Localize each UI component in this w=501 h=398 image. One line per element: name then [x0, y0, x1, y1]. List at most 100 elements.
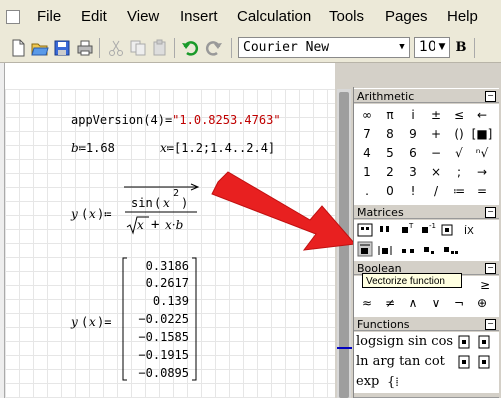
- menu-calculation[interactable]: Calculation: [237, 8, 311, 25]
- palette-cell[interactable]: −: [425, 144, 447, 162]
- palette-cell[interactable]: 9: [402, 125, 424, 143]
- arithmetic-palette: ∞ π i ± ≤ ← 7 8 9 +() [■] 4 5 6− √ ⁿ√ 1 2 3 ×; →. 0! / ≔ =: [354, 104, 499, 204]
- palette-cell[interactable]: ≥: [474, 276, 496, 294]
- vector-value: −0.0895: [138, 366, 189, 380]
- palette-cell[interactable]: (): [448, 125, 470, 143]
- palette-cell[interactable]: 0: [379, 182, 401, 200]
- minimize-icon[interactable]: −: [485, 263, 496, 274]
- menu-help[interactable]: Help: [447, 8, 478, 25]
- tooltip: Vectorize function: [362, 273, 462, 288]
- palette-cell[interactable]: 2: [379, 163, 401, 181]
- vector-value: 0.139: [152, 294, 189, 308]
- norm-icon: [382, 248, 388, 254]
- palette-cell[interactable]: 6: [402, 144, 424, 162]
- palette-cell[interactable]: ∧: [402, 294, 424, 312]
- paste-icon[interactable]: [151, 39, 169, 57]
- functions-row[interactable]: logsign sin cos: [356, 334, 453, 349]
- app-icon: [6, 10, 20, 24]
- palette-cell[interactable]: ⊕: [471, 294, 493, 312]
- bold-button[interactable]: B: [452, 38, 470, 58]
- menu-insert[interactable]: Insert: [180, 8, 218, 25]
- transpose-icon: [402, 227, 408, 233]
- save-icon[interactable]: [53, 39, 71, 57]
- menu-file[interactable]: File: [37, 8, 61, 25]
- menu-pages[interactable]: Pages: [385, 8, 428, 25]
- palette-cell[interactable]: .: [356, 182, 378, 200]
- palette-cell[interactable]: ⁿ√: [471, 144, 493, 162]
- menu-bar: File Edit View Insert Calculation Tools …: [0, 0, 501, 35]
- functions-row[interactable]: ln arg tan cot: [356, 354, 445, 369]
- palette-cell[interactable]: 7: [356, 125, 378, 143]
- palette-cell[interactable]: ¬: [448, 294, 470, 312]
- palette-cell[interactable]: ∞: [356, 106, 378, 124]
- matrices-title: Matrices: [357, 206, 404, 219]
- palette-cell[interactable]: 5: [379, 144, 401, 162]
- menu-tools[interactable]: Tools: [329, 8, 364, 25]
- sqrt-arg-x: x: [137, 218, 144, 232]
- y-result[interactable]: y ( x )= 0.3186 0.2617 0.139 −0.0225 −0.…: [71, 255, 201, 385]
- vectorize-icon: [361, 248, 368, 254]
- page-break-marker: [337, 347, 352, 349]
- submatrix-icon: [424, 247, 429, 252]
- palette-cell[interactable]: +: [425, 125, 447, 143]
- palette-cell[interactable]: 3: [402, 163, 424, 181]
- undo-icon[interactable]: [181, 39, 199, 57]
- palette-cell[interactable]: i: [402, 106, 424, 124]
- param-x: x: [89, 207, 96, 221]
- palette-cell[interactable]: ←: [471, 106, 493, 124]
- copy-icon[interactable]: [129, 39, 147, 57]
- vector-value: 0.3186: [145, 259, 189, 273]
- worksheet-top: [5, 63, 335, 89]
- palette-cell[interactable]: ∨: [425, 294, 447, 312]
- b-definition[interactable]: b≔1.68: [71, 141, 115, 155]
- function-arg: 4: [150, 113, 158, 127]
- palette-cell[interactable]: ×: [425, 163, 447, 181]
- matrices-palette-header[interactable]: Matrices −: [354, 204, 499, 219]
- palette-cell[interactable]: [■]: [471, 125, 493, 143]
- app-version-expression[interactable]: appVersion(4)="1.0.8253.4763": [71, 113, 281, 127]
- inverse-icon: [422, 227, 428, 233]
- palette-cell[interactable]: /: [425, 182, 447, 200]
- print-icon[interactable]: [76, 39, 94, 57]
- minimize-icon[interactable]: −: [485, 91, 496, 102]
- new-document-icon[interactable]: [9, 39, 27, 57]
- menu-edit[interactable]: Edit: [81, 8, 107, 25]
- palette-cell[interactable]: ≤: [448, 106, 470, 124]
- x-times-b: x·b: [165, 218, 184, 232]
- cut-icon[interactable]: [107, 39, 125, 57]
- palette-cell[interactable]: →: [471, 163, 493, 181]
- open-folder-icon[interactable]: [31, 39, 49, 57]
- palette-cell[interactable]: ≠: [379, 294, 401, 312]
- palette-cell[interactable]: !: [402, 182, 424, 200]
- palette-cell[interactable]: 8: [379, 125, 401, 143]
- svg-text:-1: -1: [429, 222, 436, 230]
- x-definition[interactable]: x≔[1.2;1.4..2.4]: [160, 141, 275, 155]
- palette-cell[interactable]: ±: [425, 106, 447, 124]
- functions-palette-header[interactable]: Functions −: [354, 316, 499, 331]
- functions-row[interactable]: exp: [356, 374, 379, 389]
- palette-cell[interactable]: ≔: [448, 182, 470, 200]
- chevron-down-icon[interactable]: ▼: [395, 38, 409, 57]
- minimize-icon[interactable]: −: [485, 319, 496, 330]
- palette-cell[interactable]: 1: [356, 163, 378, 181]
- cross-product-icon: ÍX: [464, 224, 474, 237]
- brace-icon[interactable]: {⁞: [387, 374, 399, 390]
- font-size-select[interactable]: 10 ▼: [414, 37, 450, 58]
- next-palette-header[interactable]: [354, 392, 499, 398]
- palette-cell[interactable]: =: [471, 182, 493, 200]
- arithmetic-palette-header[interactable]: Arithmetic −: [354, 88, 499, 103]
- redo-icon[interactable]: [205, 39, 223, 57]
- font-family-select[interactable]: Courier New ▼: [238, 37, 410, 58]
- minimize-icon[interactable]: −: [485, 207, 496, 218]
- toolbar-separator: [474, 38, 475, 58]
- palette-cell[interactable]: ;: [448, 163, 470, 181]
- palette-cell[interactable]: π: [379, 106, 401, 124]
- function-y: y: [71, 207, 78, 221]
- palette-cell[interactable]: 4: [356, 144, 378, 162]
- y-definition[interactable]: y ( x )≔ sin ( x 2 ) x + x·b: [71, 183, 211, 239]
- palette-cell[interactable]: ≈: [356, 294, 378, 312]
- palette-cell[interactable]: √: [448, 144, 470, 162]
- chevron-down-icon[interactable]: ▼: [435, 38, 449, 57]
- menu-view[interactable]: View: [127, 8, 159, 25]
- arithmetic-title: Arithmetic: [357, 90, 415, 103]
